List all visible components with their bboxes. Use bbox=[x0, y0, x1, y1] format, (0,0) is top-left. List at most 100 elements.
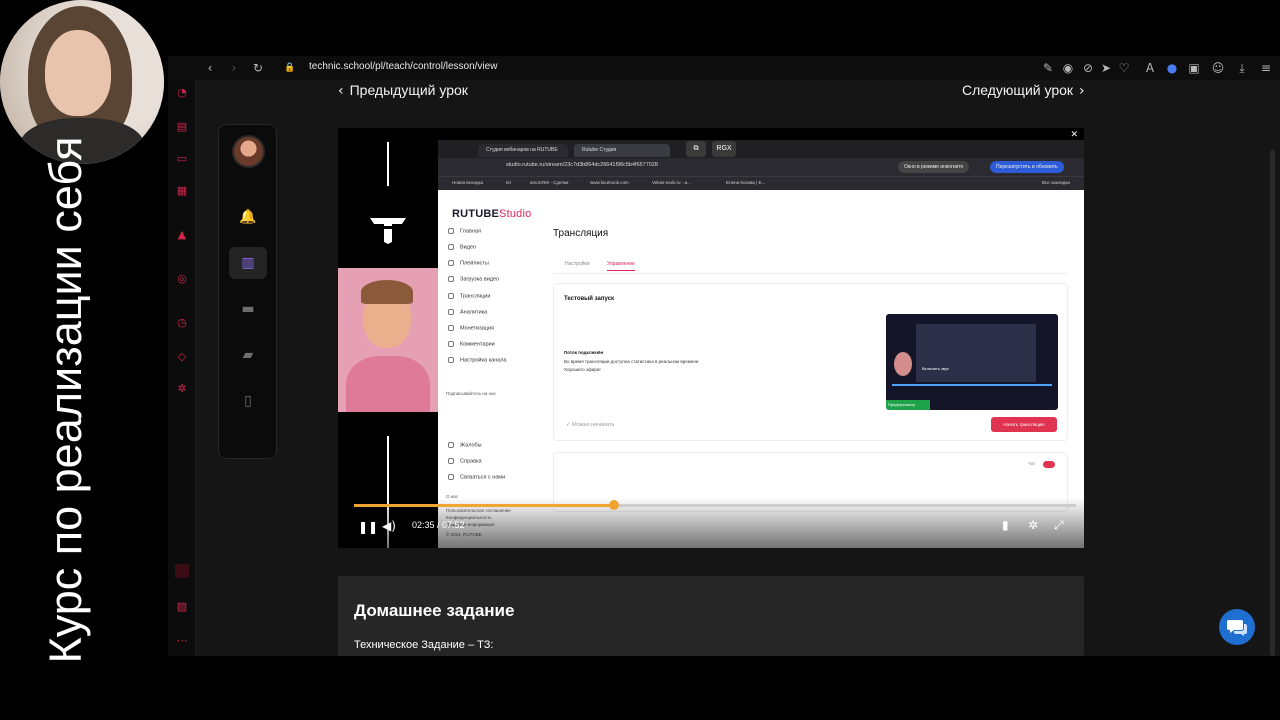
address-bar[interactable]: technic.school/pl/teach/control/lesson/v… bbox=[309, 61, 497, 72]
square-icon[interactable] bbox=[175, 564, 189, 578]
calendar-icon[interactable]: ▦ bbox=[175, 184, 189, 198]
next-lesson-label: Следующий урок bbox=[962, 82, 1074, 98]
time-display: 02:35 / 07:52 bbox=[412, 520, 465, 530]
timer-icon[interactable]: ◷ bbox=[175, 316, 189, 330]
page-scrollbar[interactable] bbox=[1270, 150, 1275, 656]
reload-chip: Перезапустить и обновить bbox=[990, 161, 1064, 173]
brand-logo-icon bbox=[370, 218, 406, 244]
start-stream-button: Начать трансляцию bbox=[991, 417, 1057, 432]
forward-icon[interactable]: › bbox=[226, 60, 242, 76]
cube-icon[interactable]: ▣ bbox=[1186, 60, 1202, 76]
rgx-badge[interactable]: RGX bbox=[712, 141, 736, 157]
bookmark-icon[interactable]: ▮ bbox=[1002, 518, 1009, 532]
heart-icon[interactable]: ♡ bbox=[1116, 60, 1132, 76]
messages-icon[interactable]: ▬ bbox=[229, 293, 267, 325]
bookmark: Все закладки bbox=[1042, 180, 1070, 185]
fullscreen-icon[interactable]: ⤢ bbox=[1054, 518, 1064, 532]
studio-tab: Настройки bbox=[565, 261, 590, 267]
bookmark: tel bbox=[506, 180, 511, 185]
screen-share: Студия вебинаров на RUTUBE Rutube Студия… bbox=[438, 140, 1084, 548]
lessons-icon[interactable]: ▥ bbox=[229, 247, 267, 279]
chat-toggle-label: Чат bbox=[1028, 461, 1036, 466]
studio-footer-item: Справка bbox=[448, 458, 482, 464]
bookmark: Новая вкладка bbox=[452, 180, 484, 185]
shared-tab: Rutube Студия bbox=[574, 144, 670, 157]
target-icon[interactable]: ◎ bbox=[175, 272, 189, 286]
divider bbox=[387, 142, 389, 186]
chat-icon[interactable]: ▭ bbox=[175, 152, 189, 166]
settings-icon[interactable]: ✲ bbox=[1028, 518, 1038, 532]
triangle-icon[interactable]: ▲ bbox=[175, 228, 189, 242]
download-icon[interactable]: ⤓ bbox=[1234, 60, 1250, 76]
homework-section: Домашнее задание Техническое Задание – Т… bbox=[338, 576, 1084, 656]
homework-title: Домашнее задание bbox=[354, 601, 515, 620]
studio-nav-item: Главная bbox=[448, 228, 481, 234]
stream-preview: Включить звук Предпросмотр bbox=[886, 314, 1058, 410]
stream-card-title: Тестовый запуск bbox=[564, 296, 615, 302]
next-lesson-link[interactable]: Следующий урок › bbox=[962, 82, 1085, 99]
shared-tab: Студия вебинаров на RUTUBE bbox=[478, 144, 568, 157]
lesson-side-menu: 🔔 ▥ ▬ ▰ ▯ bbox=[218, 124, 277, 459]
stream-wish: Хорошего эфира! bbox=[564, 367, 601, 372]
gear-icon[interactable]: ✲ bbox=[175, 382, 189, 396]
more-icon[interactable]: ⋯ bbox=[175, 634, 189, 648]
bookmark: amoCRM - Сделки bbox=[530, 180, 569, 185]
translate-icon[interactable]: A bbox=[1142, 60, 1158, 76]
studio-nav-item: Загрузка видео bbox=[448, 276, 499, 282]
close-icon[interactable]: ✕ bbox=[1070, 130, 1078, 140]
extension-icon[interactable]: ● bbox=[1164, 60, 1180, 76]
profile-icon[interactable]: ☺ bbox=[1210, 60, 1226, 76]
app-rail: ◔ ▤ ▭ ▦ ▲ ◎ ◷ ◇ ✲ ▨ ⋯ bbox=[168, 80, 196, 656]
subscribe-label: Подписывайтесь на нас bbox=[446, 391, 496, 396]
chevron-right-icon: › bbox=[1079, 83, 1085, 99]
send-icon[interactable]: ➤ bbox=[1098, 60, 1114, 76]
volume-icon[interactable]: ◀) bbox=[382, 519, 396, 533]
studio-nav-item: Монетизация bbox=[448, 325, 494, 331]
reload-icon[interactable]: ↻ bbox=[250, 60, 266, 76]
studio-page-title: Трансляция bbox=[553, 228, 609, 239]
stream-status: Поток подключён bbox=[564, 350, 604, 355]
avatar[interactable] bbox=[232, 135, 265, 168]
edit-icon[interactable]: ✎ bbox=[1040, 60, 1056, 76]
pip-icon[interactable]: ⧉ bbox=[686, 141, 706, 157]
bell-icon[interactable]: 🔔 bbox=[229, 201, 267, 233]
lock-icon: 🔒 bbox=[284, 63, 296, 73]
camera-icon[interactable]: ◉ bbox=[1060, 60, 1076, 76]
rutube-studio-logo: RUTUBEStudio bbox=[452, 208, 532, 220]
bookmark: www.facebook.com bbox=[590, 180, 629, 185]
chat-bubble-icon bbox=[1227, 620, 1247, 636]
prev-lesson-label: Предыдущий урок bbox=[349, 82, 468, 98]
chat-toggle bbox=[1043, 461, 1055, 468]
studio-footer-item: Связаться с нами bbox=[448, 474, 505, 480]
block-icon[interactable]: ⊘ bbox=[1080, 60, 1096, 76]
image-icon[interactable]: ▨ bbox=[175, 600, 189, 614]
studio-nav-item: Аналитика bbox=[448, 309, 487, 315]
tablet-icon[interactable]: ▯ bbox=[229, 385, 267, 417]
bookmark: Елена Козова | E... bbox=[726, 180, 766, 185]
studio-nav-item: Трансляции bbox=[448, 293, 490, 299]
pause-icon[interactable]: ❚❚ bbox=[358, 520, 378, 534]
clock-icon[interactable]: ◔ bbox=[175, 86, 189, 100]
browser-toolbar: ‹ › ↻ 🔒 technic.school/pl/teach/control/… bbox=[168, 56, 1280, 80]
video-left-panel bbox=[338, 128, 438, 548]
briefcase-icon[interactable]: ▰ bbox=[229, 339, 267, 371]
course-title-text: Курс по реализации себя bbox=[40, 136, 91, 664]
shared-tab-strip: Студия вебинаров на RUTUBE Rutube Студия bbox=[438, 140, 1084, 158]
studio-tabs: Настройки Управление bbox=[553, 258, 1068, 274]
shared-bookmarks: Новая вкладка tel amoCRM - Сделки www.fa… bbox=[438, 176, 1084, 190]
box-icon[interactable]: ◇ bbox=[175, 350, 189, 364]
prev-lesson-link[interactable]: ‹ Предыдущий урок bbox=[338, 82, 468, 99]
bag-icon[interactable]: ▤ bbox=[175, 120, 189, 134]
progress-knob[interactable] bbox=[609, 500, 619, 510]
menu-icon[interactable]: ≡ bbox=[1258, 60, 1274, 76]
video-player[interactable]: Студия вебинаров на RUTUBE Rutube Студия… bbox=[338, 128, 1084, 548]
preview-badge: Предпросмотр bbox=[886, 400, 930, 410]
support-chat-button[interactable] bbox=[1219, 609, 1255, 645]
ready-label: ✓ Можно начинать bbox=[566, 422, 615, 428]
studio-nav-item: Видео bbox=[448, 244, 476, 250]
incognito-chip: Окно в режиме инкогнито bbox=[898, 161, 970, 173]
preview-unmute-label: Включить звук bbox=[922, 366, 949, 371]
back-icon[interactable]: ‹ bbox=[202, 60, 218, 76]
shared-url: studio.rutube.ru/stream/23c7d3b864dc2664… bbox=[506, 162, 658, 168]
bookmark: Vekas-tools.ru - а... bbox=[652, 180, 691, 185]
